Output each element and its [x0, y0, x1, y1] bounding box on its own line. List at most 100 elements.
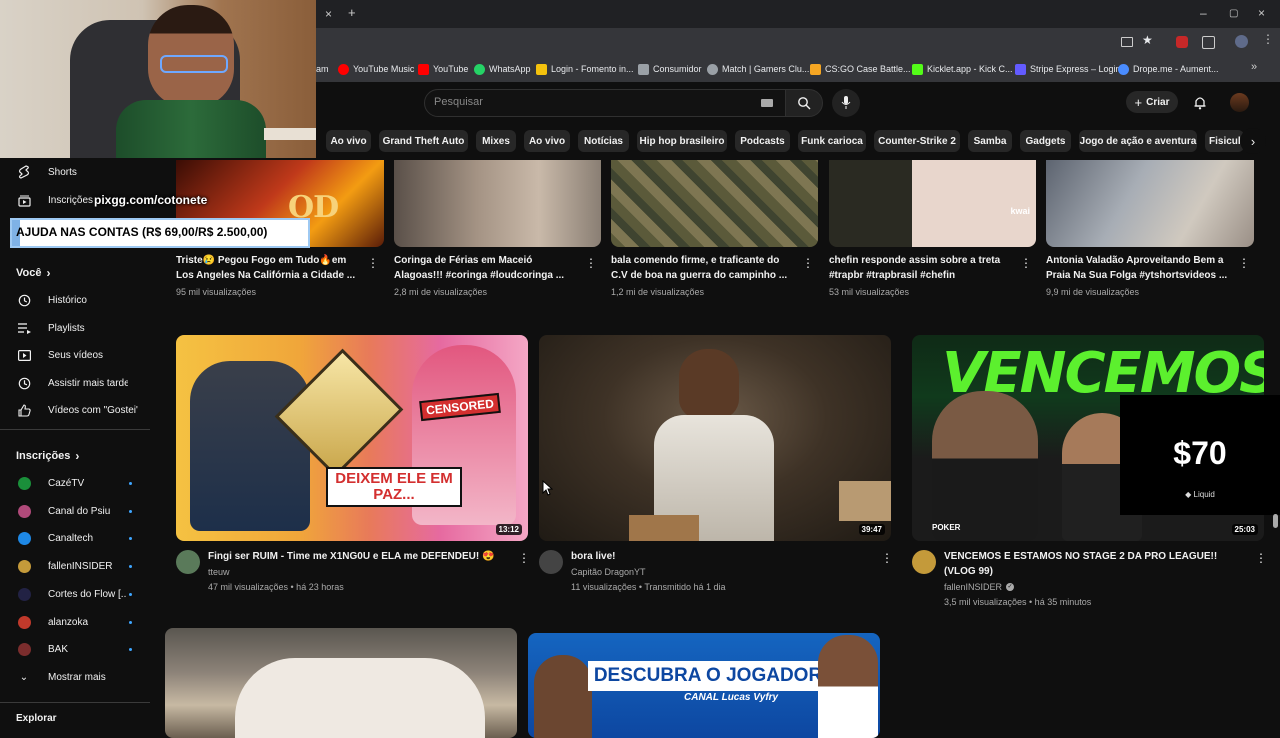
- video-thumbnail[interactable]: [611, 160, 818, 247]
- chip-filter[interactable]: Funk carioca: [798, 130, 866, 152]
- drope-icon: [1118, 63, 1129, 75]
- video-thumbnail[interactable]: CENSORED DEIXEM ELE EM PAZ... 13:12: [176, 335, 528, 541]
- you-section-heading[interactable]: Você ›: [16, 266, 50, 280]
- sidebar-item-subscription[interactable]: fallenINSIDER: [0, 554, 150, 578]
- sidebar-item-history[interactable]: Histórico: [0, 288, 150, 312]
- channel-avatar: [18, 531, 31, 545]
- channel-name[interactable]: fallenINSIDER ✓: [944, 582, 1015, 592]
- video-duration: 13:12: [495, 524, 522, 535]
- sidebar-item-subscription[interactable]: CazéTV: [0, 471, 150, 495]
- video-title[interactable]: Antonia Valadão Aproveitando Bem a Praia…: [1046, 253, 1232, 283]
- more-options-icon[interactable]: ⋮: [585, 256, 597, 270]
- chip-filter[interactable]: Grand Theft Auto: [379, 130, 468, 152]
- bookmark-item[interactable]: Login - Fomento in...: [536, 60, 634, 78]
- chip-filter[interactable]: Mixes: [476, 130, 516, 152]
- subscriptions-section-heading[interactable]: Inscrições ›: [16, 449, 79, 463]
- bookmark-item[interactable]: Match | Gamers Clu...: [707, 60, 809, 78]
- channel-name[interactable]: Capitão DragonYT: [571, 567, 646, 577]
- chip-filter[interactable]: Samba: [968, 130, 1012, 152]
- create-button[interactable]: + Criar: [1126, 91, 1178, 113]
- video-thumbnail[interactable]: [394, 160, 601, 247]
- voice-search-button[interactable]: [832, 89, 860, 117]
- video-title[interactable]: VENCEMOS E ESTAMOS NO STAGE 2 DA PRO LEA…: [944, 549, 1244, 579]
- chip-filter[interactable]: Gadgets: [1020, 130, 1071, 152]
- star-icon[interactable]: ★: [1142, 33, 1153, 47]
- more-options-icon[interactable]: ⋮: [518, 551, 530, 565]
- desk-item: [264, 128, 316, 140]
- video-thumbnail[interactable]: [1046, 160, 1254, 247]
- new-tab-icon[interactable]: +: [348, 6, 356, 20]
- sidebar-item-your-videos[interactable]: Seus vídeos: [0, 343, 150, 367]
- video-thumbnail[interactable]: DESCUBRA O JOGADOR CANAL Lucas Vyfry: [528, 633, 880, 738]
- notifications-icon[interactable]: [1193, 95, 1207, 110]
- more-bookmarks-icon[interactable]: »: [1251, 61, 1257, 73]
- page-scrollbar[interactable]: [1273, 514, 1278, 528]
- channel-avatar[interactable]: [912, 550, 936, 574]
- video-thumbnail[interactable]: [165, 628, 517, 738]
- channel-avatar[interactable]: [176, 550, 200, 574]
- sidebar-item-shorts[interactable]: Shorts: [0, 160, 150, 184]
- video-title[interactable]: Fingi ser RUIM - Time me X1NG0U e ELA me…: [208, 549, 508, 565]
- extension-icon[interactable]: [1176, 36, 1188, 48]
- chip-filter[interactable]: Jogo de ação e aventura: [1079, 130, 1197, 152]
- more-options-icon[interactable]: ⋮: [802, 256, 814, 270]
- channel-avatar[interactable]: [539, 550, 563, 574]
- puzzle-icon[interactable]: [1202, 36, 1215, 49]
- bookmark-item[interactable]: CS:GO Case Battle...: [810, 60, 911, 78]
- search-input[interactable]: Pesquisar: [424, 89, 786, 117]
- sidebar-item-subscription[interactable]: Canaltech: [0, 526, 150, 550]
- close-tab-icon[interactable]: ×: [325, 7, 332, 21]
- video-title[interactable]: bala comendo firme, e traficante do C.V …: [611, 253, 791, 283]
- video-thumbnail[interactable]: 39:47: [539, 335, 891, 541]
- bookmark-item[interactable]: Consumidor: [638, 60, 702, 78]
- profile-icon[interactable]: [1235, 35, 1248, 48]
- video-title[interactable]: bora live!: [571, 549, 861, 565]
- video-thumbnail[interactable]: kwai: [829, 160, 1036, 247]
- new-content-dot: [129, 564, 132, 568]
- chip-filter[interactable]: Podcasts: [735, 130, 790, 152]
- minimize-icon[interactable]: –: [1200, 6, 1207, 20]
- chip-filter[interactable]: Fisicul: [1205, 130, 1244, 152]
- bookmark-item[interactable]: YouTube Music: [338, 60, 414, 78]
- more-options-icon[interactable]: ⋮: [1238, 256, 1250, 270]
- chevron-right-icon[interactable]: ›: [1240, 128, 1266, 154]
- more-options-icon[interactable]: ⋮: [881, 551, 893, 565]
- chip-filter[interactable]: Ao vivo: [524, 130, 570, 152]
- sidebar-item-subscription[interactable]: Canal do Psiu: [0, 499, 150, 523]
- chip-filter[interactable]: Counter-Strike 2: [874, 130, 960, 152]
- bookmark-item[interactable]: Drope.me - Aument...: [1118, 60, 1219, 78]
- bookmark-item[interactable]: am: [316, 60, 329, 78]
- mouse-cursor-icon: [542, 480, 553, 496]
- bookmark-item[interactable]: Kicklet.app - Kick C...: [912, 60, 1013, 78]
- sidebar-item-playlists[interactable]: Playlists: [0, 316, 150, 340]
- sidebar-item-label: BAK: [48, 643, 69, 655]
- sidebar-item-show-more[interactable]: ⌄ Mostrar mais: [0, 665, 150, 689]
- bookmark-item[interactable]: YouTube: [418, 60, 468, 78]
- chip-filter[interactable]: Notícias: [578, 130, 629, 152]
- maximize-icon[interactable]: ▢: [1229, 7, 1238, 21]
- sidebar-item-liked-videos[interactable]: Vídeos com "Gostei": [0, 398, 150, 422]
- more-options-icon[interactable]: ⋮: [1020, 256, 1032, 270]
- more-options-icon[interactable]: ⋮: [1255, 551, 1267, 565]
- sidebar-item-label: Vídeos com "Gostei": [48, 404, 138, 416]
- video-title[interactable]: chefin responde assim sobre a treta #tra…: [829, 253, 1013, 283]
- sidebar-item-subscription[interactable]: BAK: [0, 637, 150, 661]
- browser-menu-icon[interactable]: ⋮: [1262, 32, 1274, 46]
- account-avatar[interactable]: [1230, 93, 1249, 112]
- sidebar-item-watch-later[interactable]: Assistir mais tarde: [0, 371, 150, 395]
- keyboard-icon[interactable]: [761, 99, 773, 107]
- more-options-icon[interactable]: ⋮: [367, 256, 379, 270]
- chip-filter[interactable]: Hip hop brasileiro: [637, 130, 727, 152]
- cast-icon[interactable]: [1121, 37, 1133, 47]
- search-button[interactable]: [785, 89, 823, 117]
- channel-name[interactable]: tteuw: [208, 567, 230, 577]
- sidebar-item-subscription[interactable]: Cortes do Flow [..: [0, 582, 150, 606]
- close-window-icon[interactable]: ×: [1258, 6, 1265, 20]
- bookmark-item[interactable]: WhatsApp: [474, 60, 531, 78]
- video-title[interactable]: Triste😢 Pegou Fogo em Tudo🔥em Los Angele…: [176, 253, 362, 283]
- chip-filter[interactable]: Ao vivo: [326, 130, 371, 152]
- video-title[interactable]: Coringa de Férias em Maceió Alagoas!!! #…: [394, 253, 574, 283]
- sidebar-item-subscription[interactable]: alanzoka: [0, 610, 150, 634]
- bookmark-item[interactable]: Stripe Express – Login: [1015, 60, 1121, 78]
- you-heading-label: Você: [16, 267, 42, 279]
